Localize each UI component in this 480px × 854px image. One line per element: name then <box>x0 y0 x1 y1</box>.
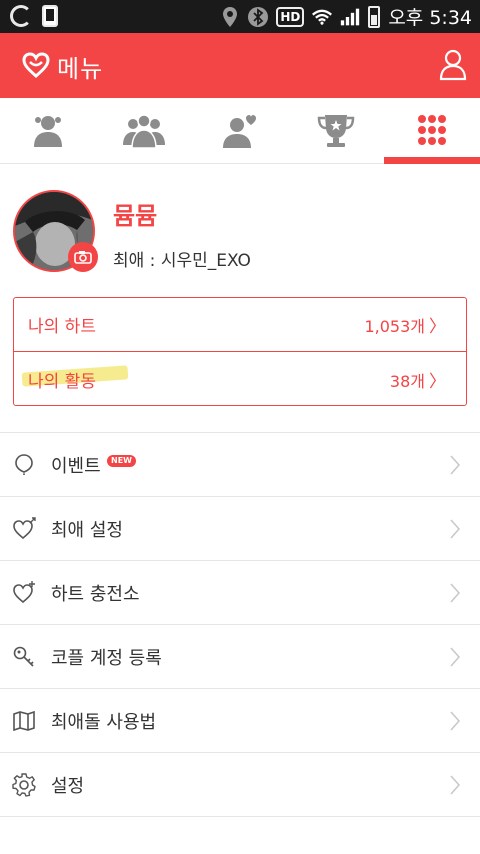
status-time: 오후 5:34 <box>388 7 472 29</box>
profile-name: 뮴뮴 <box>113 202 158 230</box>
stats-box: 나의 하트 1,053개 〉 나의 활동 38개 〉 <box>13 297 467 406</box>
menu-item-account[interactable]: 코플 계정 등록 <box>0 625 480 689</box>
stat-value: 1,053개 <box>364 317 425 336</box>
tab-trophy[interactable] <box>288 98 384 163</box>
chevron-right-icon <box>450 455 460 475</box>
profile-favorite: 최애 : 시우민_EXO <box>113 251 251 271</box>
heart-plus-icon <box>13 581 35 604</box>
menu-item-settings[interactable]: 설정 <box>0 753 480 817</box>
chevron-right-icon <box>450 583 460 603</box>
fan-heart-icon <box>223 114 256 148</box>
signal-icon <box>340 6 360 28</box>
hd-badge: HD <box>276 6 305 27</box>
user-icon[interactable] <box>438 47 468 83</box>
heart-arrow-icon <box>13 517 36 540</box>
key-icon <box>13 646 34 667</box>
menu-item-label: 하트 충전소 <box>51 583 140 605</box>
location-icon <box>220 6 240 28</box>
chevron-right-icon <box>450 647 460 667</box>
tab-menu[interactable] <box>384 98 480 164</box>
balloon-icon <box>15 454 33 475</box>
tab-groups[interactable] <box>96 98 192 163</box>
new-badge: NEW <box>107 455 136 467</box>
tab-bar <box>0 98 480 164</box>
menu-item-label: 이벤트 <box>51 455 101 477</box>
menu-item-favorite-settings[interactable]: 최애 설정 <box>0 497 480 561</box>
chevron-right-icon <box>450 519 460 539</box>
trophy-icon <box>317 114 355 147</box>
map-icon <box>13 710 35 732</box>
menu-item-label: 최애 설정 <box>51 519 123 541</box>
gear-icon <box>12 773 36 797</box>
bluetooth-icon <box>248 6 269 28</box>
menu-list: 이벤트 NEW 최애 설정 하트 충전소 코플 계정 등록 최애돌 사용법 설정 <box>0 432 480 817</box>
menu-item-label: 코플 계정 등록 <box>51 647 162 669</box>
group-icon <box>123 113 165 149</box>
wifi-icon <box>312 6 333 28</box>
chevron-right-icon: 〉 <box>429 371 446 392</box>
battery-icon <box>368 5 381 28</box>
camera-icon[interactable] <box>68 242 98 272</box>
chevron-right-icon <box>450 711 460 731</box>
stat-row-hearts[interactable]: 나의 하트 1,053개 〉 <box>14 298 466 352</box>
menu-item-heart-shop[interactable]: 하트 충전소 <box>0 561 480 625</box>
menu-item-guide[interactable]: 최애돌 사용법 <box>0 689 480 753</box>
chevron-right-icon <box>450 775 460 795</box>
phone-icon <box>42 5 58 27</box>
stat-label: 나의 활동 <box>28 371 96 392</box>
page-title: 메뉴 <box>57 55 104 83</box>
menu-item-label: 최애돌 사용법 <box>51 711 157 733</box>
carrier-icon <box>10 5 32 27</box>
stat-label: 나의 하트 <box>28 317 96 337</box>
app-logo-icon <box>22 52 50 78</box>
people-icon <box>34 115 62 147</box>
menu-item-event[interactable]: 이벤트 NEW <box>0 433 480 497</box>
chevron-right-icon: 〉 <box>429 317 446 337</box>
tab-people[interactable] <box>0 98 96 163</box>
app-bar: 메뉴 <box>0 33 480 98</box>
grid-menu-icon <box>418 114 446 145</box>
menu-item-label: 설정 <box>51 775 85 797</box>
status-bar: HD 오후 5:34 <box>0 0 480 33</box>
tab-fan[interactable] <box>192 98 288 163</box>
stat-row-activity[interactable]: 나의 활동 38개 〉 <box>14 352 466 406</box>
stat-value: 38개 <box>389 371 425 391</box>
